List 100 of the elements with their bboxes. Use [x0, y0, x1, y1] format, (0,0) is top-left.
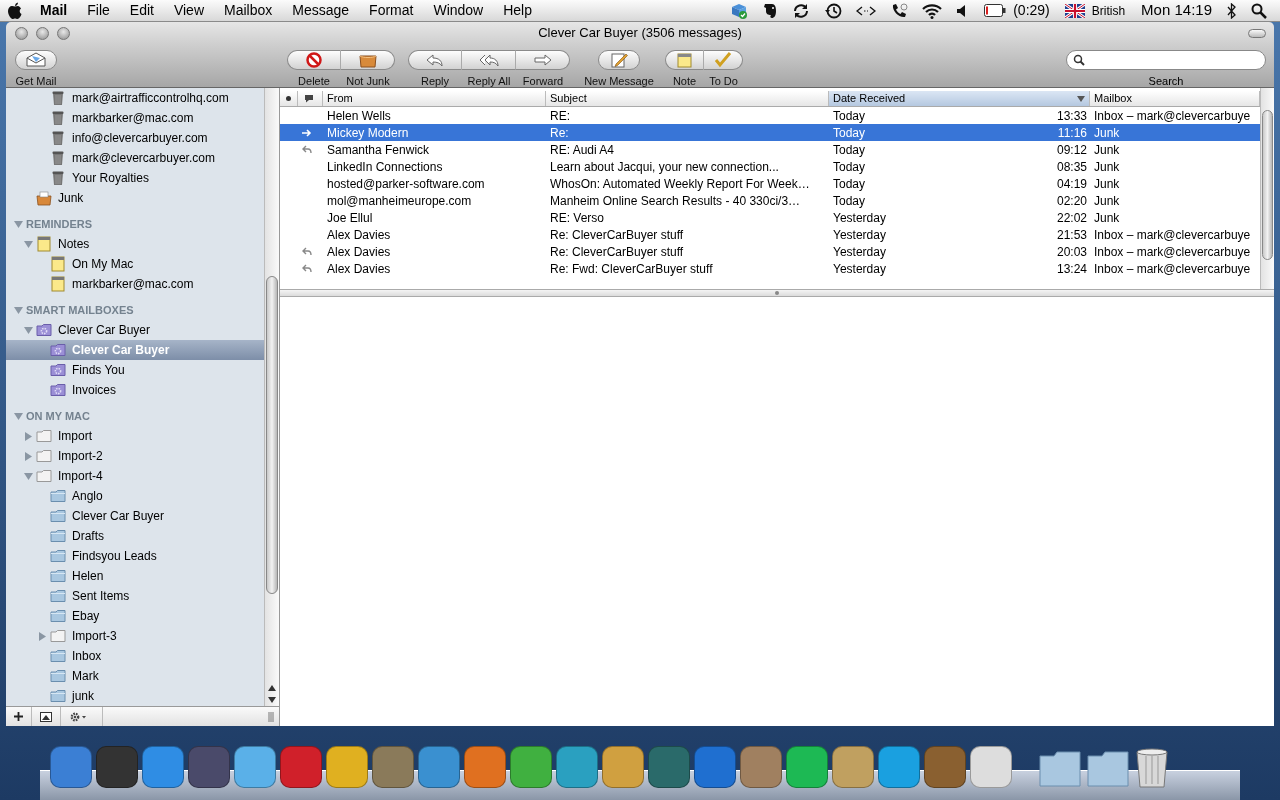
app-icon[interactable]	[96, 746, 138, 788]
app-icon[interactable]	[832, 746, 874, 788]
app-icon[interactable]	[556, 746, 598, 788]
mailbox-item[interactable]: Junk	[6, 188, 264, 208]
disclosure-triangle-icon[interactable]	[23, 431, 33, 441]
zoom-button[interactable]	[57, 26, 70, 40]
disclosure-triangle-icon[interactable]	[14, 219, 23, 229]
mailbox-item[interactable]: Import-3	[6, 626, 264, 646]
disclosure-triangle-icon[interactable]	[14, 411, 23, 421]
app-icon[interactable]	[510, 746, 552, 788]
compose-button[interactable]: New Message	[579, 50, 659, 90]
disclosure-triangle-icon[interactable]	[14, 305, 23, 315]
mailbox-item[interactable]: info@clevercarbuyer.com	[6, 128, 264, 148]
scroll-thumb[interactable]	[1262, 110, 1273, 260]
app-icon[interactable]	[234, 746, 276, 788]
app-icon[interactable]	[602, 746, 644, 788]
resize-grip-icon[interactable]	[268, 711, 274, 722]
mailbox-item[interactable]: Finds You	[6, 360, 264, 380]
folder-icon[interactable]	[1038, 750, 1082, 788]
flag-icon[interactable]	[1064, 3, 1085, 18]
history-clock-icon[interactable]	[824, 1, 843, 20]
message-row[interactable]: Alex Davies Re: CleverCarBuyer stuff Yesterday 21:53 Inbox – mark@clevercarbuye	[280, 226, 1260, 243]
app-icon[interactable]	[418, 746, 460, 788]
app-icon[interactable]	[188, 746, 230, 788]
app-icon[interactable]	[326, 746, 368, 788]
scroll-thumb[interactable]	[266, 276, 278, 594]
app-icon[interactable]	[464, 746, 506, 788]
disclosure-triangle-icon[interactable]	[23, 471, 33, 481]
message-row[interactable]: Joe Ellul RE: Verso Yesterday 22:02 Junk	[280, 209, 1260, 226]
scrollbar[interactable]	[1260, 88, 1274, 289]
mailbox-item[interactable]: junk	[6, 686, 264, 706]
app-icon[interactable]	[786, 746, 828, 788]
sync-icon[interactable]	[792, 1, 811, 20]
mailbox-item[interactable]: Drafts	[6, 526, 264, 546]
message-row[interactable]: Mickey Modern Re: Today 11:16 Junk	[280, 124, 1260, 141]
wifi-icon[interactable]	[922, 2, 943, 19]
app-icon[interactable]	[924, 746, 966, 788]
message-row[interactable]: Alex Davies Re: Fwd: CleverCarBuyer stuff Yesterday 13:24 Inbox – mark@clevercarbuye	[280, 260, 1260, 277]
battery-time[interactable]: (0:29)	[1013, 0, 1050, 21]
app-icon[interactable]	[878, 746, 920, 788]
menu-clock[interactable]: Mon 14:19	[1141, 0, 1212, 22]
trash-icon[interactable]	[1134, 746, 1170, 788]
app-icon[interactable]	[970, 746, 1012, 788]
mailbox-item[interactable]: Import-4	[6, 466, 264, 486]
mailbox-item[interactable]: Mark	[6, 666, 264, 686]
scroll-up-arrow-icon[interactable]	[268, 685, 276, 691]
app-icon[interactable]	[50, 746, 92, 788]
close-button[interactable]	[15, 26, 28, 40]
battery-icon[interactable]	[984, 4, 1007, 17]
mailbox-item[interactable]: markbarker@mac.com	[6, 108, 264, 128]
search-icon[interactable]	[1251, 2, 1267, 19]
mailbox-item[interactable]: Clever Car Buyer	[6, 320, 264, 340]
code-arrows-icon[interactable]	[856, 4, 877, 17]
disclosure-triangle-icon[interactable]	[23, 451, 33, 461]
menu-item[interactable]: Help	[493, 0, 542, 21]
envelope-button[interactable]: Get Mail	[9, 50, 63, 90]
app-icon[interactable]	[142, 746, 184, 788]
menu-item[interactable]: File	[77, 0, 120, 21]
mailbox-item[interactable]: Your Royalties	[6, 168, 264, 188]
mailbox-item[interactable]: Ebay	[6, 606, 264, 626]
message-row[interactable]: Helen Wells RE: Today 13:33 Inbox – mark@clevercarbuye	[280, 107, 1260, 124]
scrollbar[interactable]	[264, 88, 279, 706]
mailbox-item[interactable]: Sent Items	[6, 586, 264, 606]
mailbox-item[interactable]: markbarker@mac.com	[6, 274, 264, 294]
phone-icon[interactable]	[890, 1, 909, 20]
menu-item[interactable]: View	[163, 0, 214, 21]
app-icon[interactable]	[280, 746, 322, 788]
mailbox-item[interactable]: Import	[6, 426, 264, 446]
bluetooth-icon[interactable]	[1227, 2, 1237, 19]
toolbar-toggle-button[interactable]	[1248, 28, 1266, 38]
message-row[interactable]: mol@manheimeurope.com Manheim Online Search Results - 40 330ci/3… Today 02:20 Junk	[280, 192, 1260, 209]
mailbox-item[interactable]: Inbox	[6, 646, 264, 666]
box-check-icon[interactable]	[730, 1, 749, 20]
mailbox-item[interactable]: Helen	[6, 566, 264, 586]
message-row[interactable]: Samantha Fenwick RE: Audi A4 Today 09:12 Junk	[280, 141, 1260, 158]
column-header[interactable]: From	[323, 91, 546, 106]
menu-item[interactable]: Message	[282, 0, 360, 21]
menu-item[interactable]: Window	[423, 0, 494, 21]
scroll-down-arrow-icon[interactable]	[268, 697, 276, 703]
menu-item[interactable]: Mailbox	[214, 0, 283, 21]
folder-icon[interactable]	[1086, 750, 1130, 788]
mailbox-item[interactable]: On My Mac	[6, 254, 264, 274]
column-header[interactable]: Date Received	[829, 91, 1090, 106]
mailbox-item[interactable]: Notes	[6, 234, 264, 254]
menu-item[interactable]: Format	[359, 0, 424, 21]
apple-icon[interactable]	[7, 1, 23, 20]
splitter-handle[interactable]	[280, 290, 1274, 297]
input-source[interactable]: British	[1091, 1, 1126, 20]
mailbox-item[interactable]: mark@airtrafficcontrolhq.com	[6, 88, 264, 108]
disclosure-triangle-icon[interactable]	[23, 239, 33, 249]
elephant-icon[interactable]	[762, 1, 779, 20]
disclosure-triangle-icon[interactable]	[23, 325, 33, 335]
mailbox-item[interactable]: Import-2	[6, 446, 264, 466]
message-row[interactable]: hosted@parker-software.com WhosOn: Automated Weekly Report For Week… Today 04:19 Junk	[280, 175, 1260, 192]
mailbox-item[interactable]: mark@clevercarbuyer.com	[6, 148, 264, 168]
mailbox-item[interactable]: Clever Car Buyer	[6, 506, 264, 526]
menu-item[interactable]: Edit	[119, 0, 164, 21]
app-icon[interactable]	[740, 746, 782, 788]
search-field[interactable]	[1066, 50, 1266, 70]
mailbox-item[interactable]: Findsyou Leads	[6, 546, 264, 566]
